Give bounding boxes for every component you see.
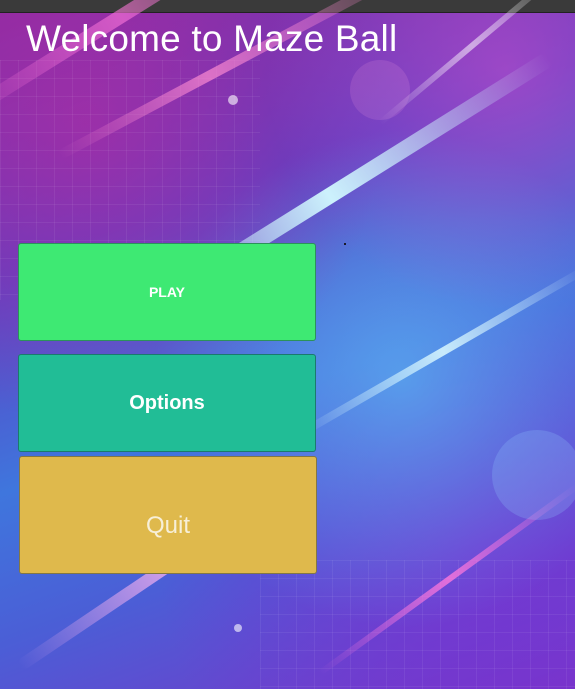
- light-streak: [318, 482, 575, 676]
- bokeh-light: [228, 95, 238, 105]
- options-button-label: Options: [129, 391, 205, 414]
- options-button[interactable]: Options: [18, 354, 316, 452]
- bokeh-light: [350, 60, 410, 120]
- light-streak: [378, 0, 566, 126]
- stray-pixel: [344, 243, 346, 245]
- bokeh-light: [492, 430, 575, 520]
- bokeh-light: [234, 624, 242, 632]
- play-button-label: PLAY: [148, 284, 186, 300]
- game-title: Welcome to Maze Ball: [26, 18, 398, 59]
- play-button[interactable]: PLAY: [18, 243, 316, 341]
- window-top-bar: [0, 0, 575, 13]
- quit-button-label: Quit: [145, 512, 190, 539]
- game-screen: Welcome to Maze Ball PLAY Options Quit: [0, 0, 575, 689]
- light-streak: [298, 265, 575, 438]
- background-grid: [260, 560, 575, 689]
- quit-button[interactable]: Quit: [19, 456, 317, 574]
